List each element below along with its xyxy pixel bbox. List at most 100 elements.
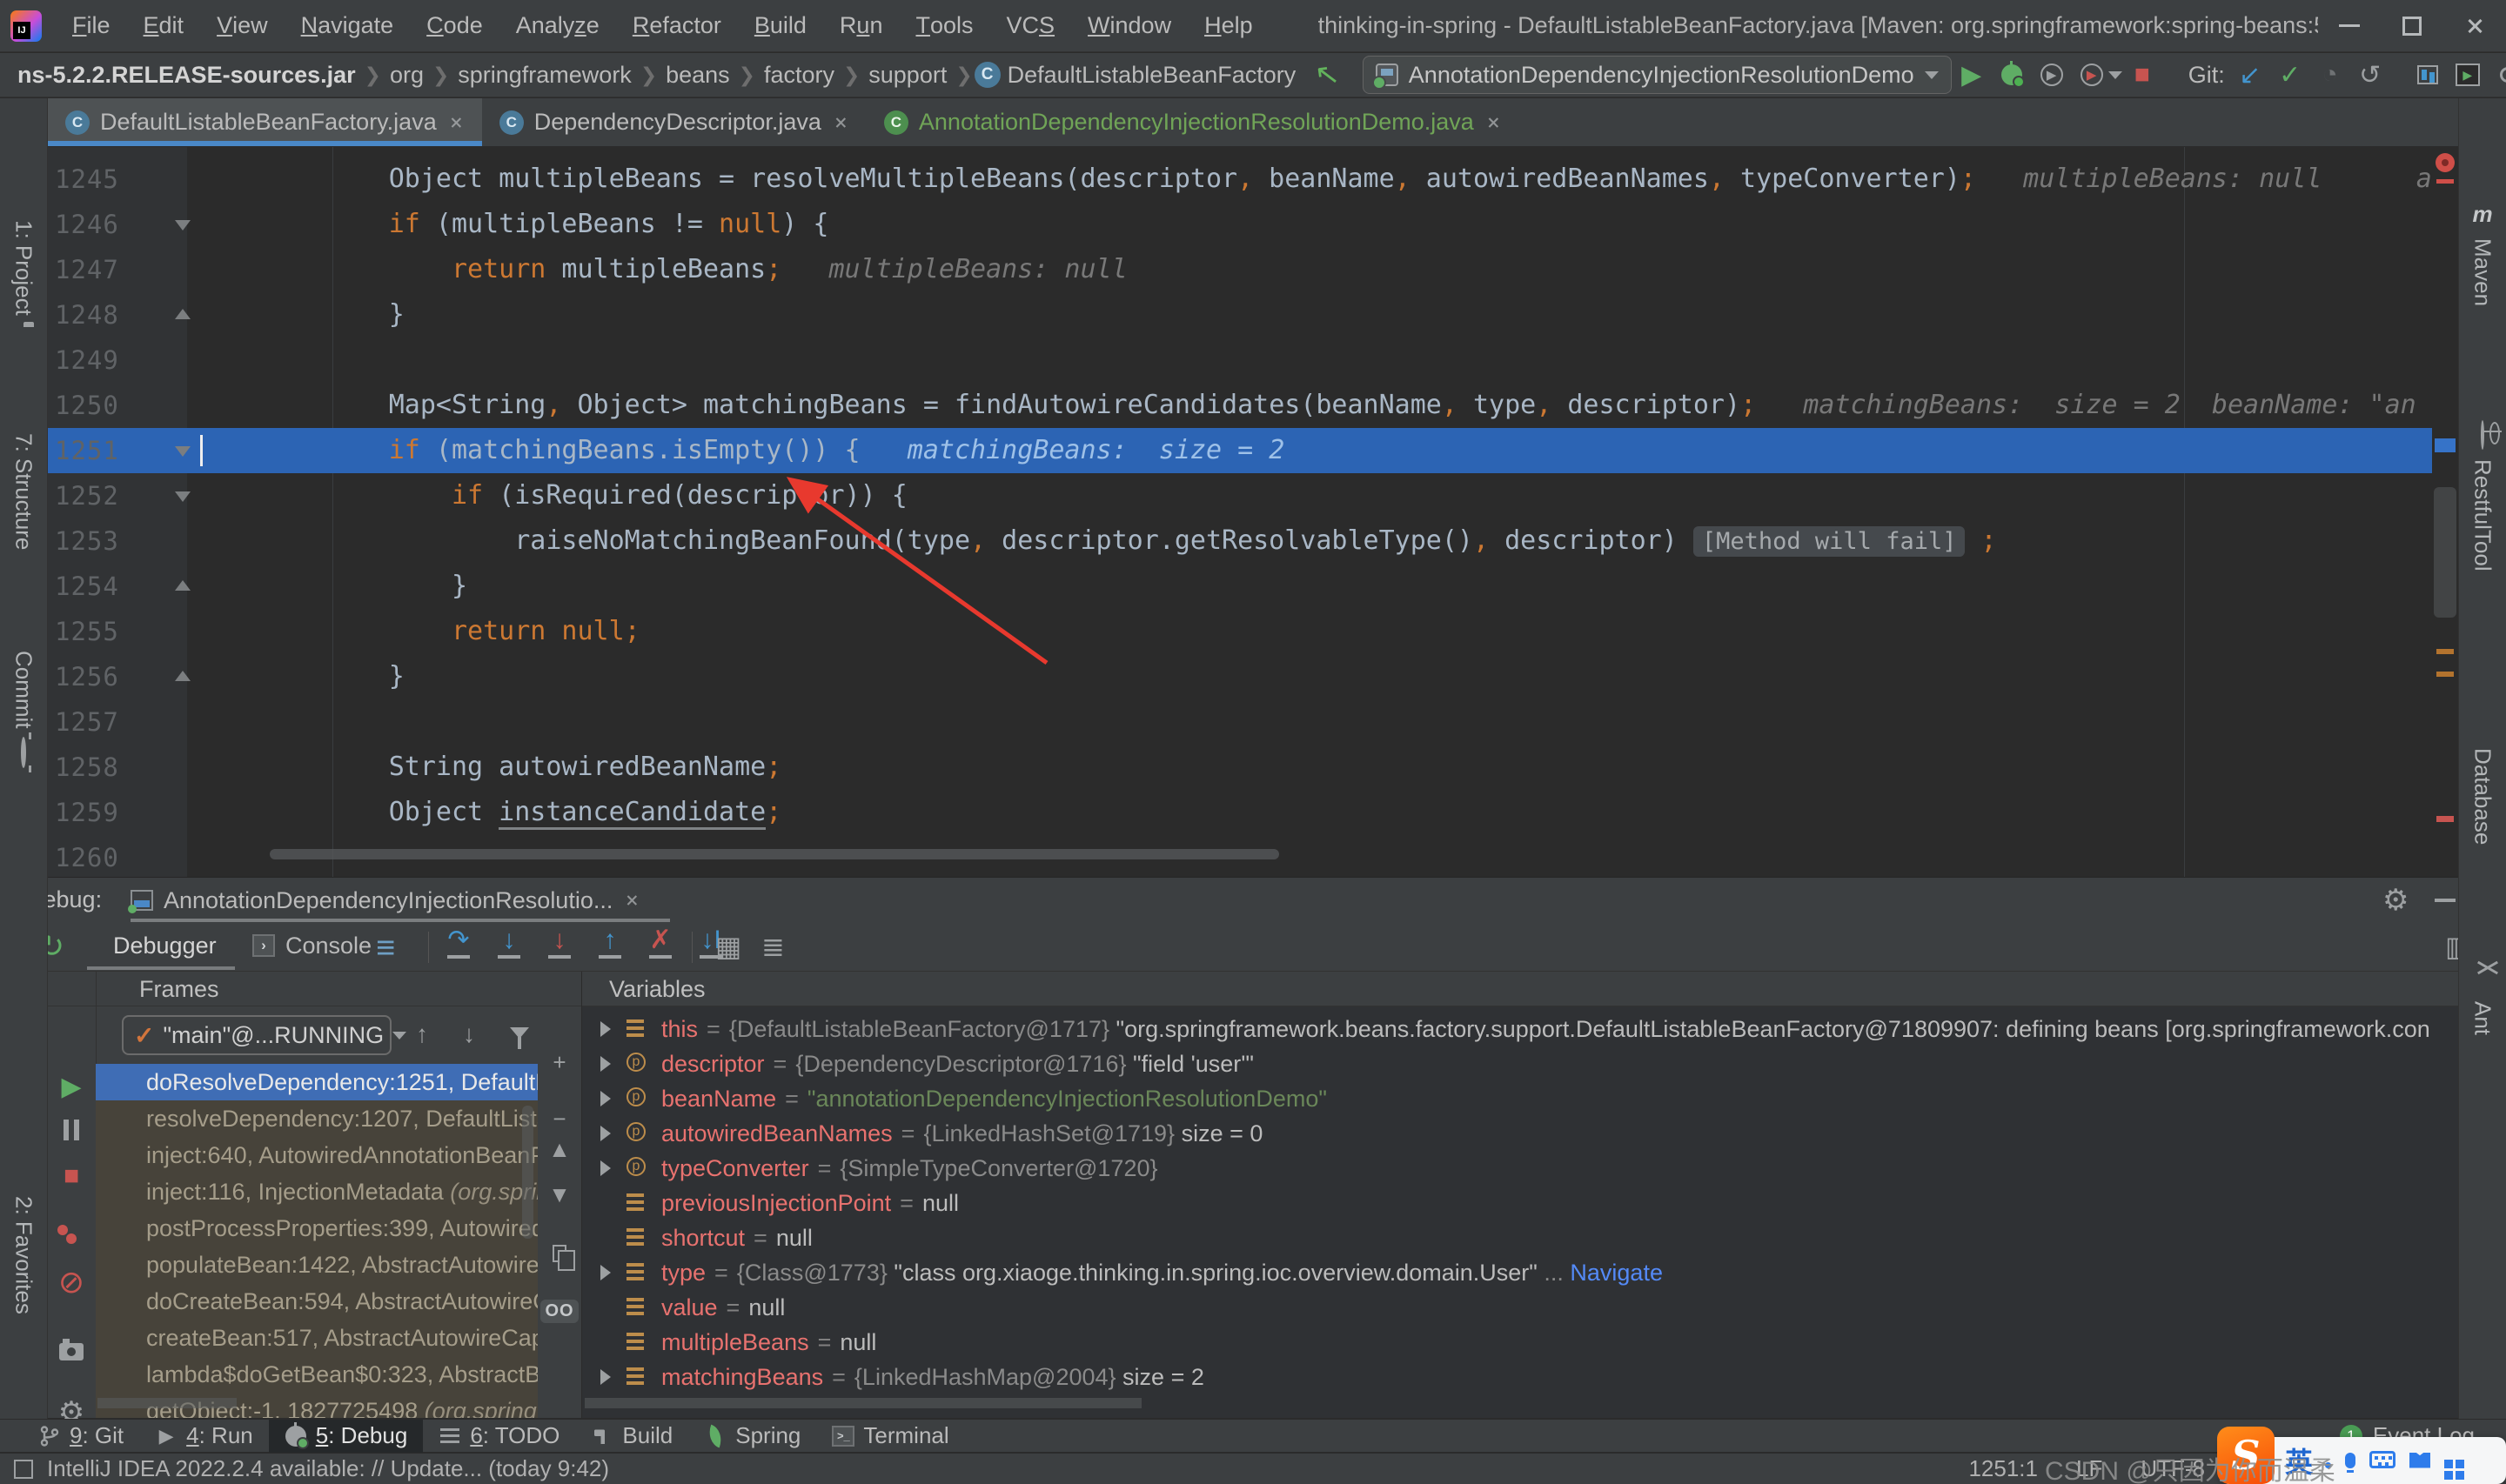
breadcrumb-item-support[interactable]: support xyxy=(861,62,954,89)
menu-tools[interactable]: Tools xyxy=(899,0,989,52)
previous-frame-icon[interactable]: ↑ xyxy=(416,1020,428,1048)
close-button[interactable] xyxy=(2443,0,2506,51)
variable-row-descriptor[interactable]: p descriptor = {DependencyDescriptor@1716} … xyxy=(585,1046,2429,1081)
maximize-button[interactable] xyxy=(2381,0,2443,51)
frame-row-createbean[interactable]: createBean:517, AbstractAutowireCapableB xyxy=(96,1320,538,1356)
toolwindow-spring[interactable]: Spring xyxy=(688,1420,816,1453)
frames-horizontal-scrollbar[interactable] xyxy=(97,1398,237,1408)
breadcrumb-item-ns-5-2-2-release-sources-jar[interactable]: ns-5.2.2.RELEASE-sources.jar xyxy=(10,62,363,89)
breadcrumb-item-beans[interactable]: beans xyxy=(659,62,737,89)
frames-list[interactable]: doResolveDependency:1251, DefaultListabr… xyxy=(96,1064,538,1418)
link-navigate[interactable]: Navigate xyxy=(1570,1260,1663,1286)
menu-analyze[interactable]: Analy z e xyxy=(499,0,616,52)
variable-row-value[interactable]: value = null xyxy=(585,1290,2429,1325)
variable-row-this[interactable]: this = {DefaultListableBeanFactory@1717} "… xyxy=(585,1012,2429,1046)
toolwindow-terminal[interactable]: >_ Terminal xyxy=(816,1420,964,1453)
breadcrumb-class-item[interactable]: DefaultListableBeanFactory xyxy=(1001,62,1303,89)
fold-marker-icon[interactable] xyxy=(175,580,191,591)
debugger-settings-icon[interactable]: ≣ xyxy=(761,930,785,963)
variable-row-beanname[interactable]: p beanName = "annotationDependencyInjection… xyxy=(585,1081,2429,1116)
expand-icon[interactable] xyxy=(600,1265,611,1280)
gear-icon[interactable]: ⚙ xyxy=(2382,883,2409,918)
thread-selector[interactable]: ✓ "main"@...RUNNING xyxy=(122,1015,407,1055)
frame-row-inject[interactable]: inject:640, AutowiredAnnotationBeanPostP xyxy=(96,1137,538,1173)
fold-marker-icon[interactable] xyxy=(175,491,191,502)
breadcrumb-item-springframework[interactable]: springframework xyxy=(451,62,639,89)
ime-language-toggle[interactable]: 英 xyxy=(2285,1441,2313,1481)
force-step-into-icon[interactable]: ↓ xyxy=(540,926,579,959)
tool-window-button-2-favorites[interactable]: 2: Favorites xyxy=(0,1196,47,1314)
hide-panel-icon[interactable] xyxy=(2435,899,2456,902)
variable-row-matchingbeans[interactable]: matchingBeans = {LinkedHashMap@2004} size … xyxy=(585,1360,2429,1394)
debug-button[interactable] xyxy=(1992,55,2032,95)
run-configuration-select[interactable]: AnnotationDependencyInjectionResolutionD… xyxy=(1362,56,1952,94)
terminal-toolbar-button[interactable]: ▶ xyxy=(2448,55,2488,95)
line-separator[interactable]: LF xyxy=(2076,1455,2102,1482)
frames-vertical-scrollbar[interactable] xyxy=(522,1106,533,1239)
git-history-button[interactable]: ◔ xyxy=(2310,55,2350,95)
frame-row-resolvedependency[interactable]: resolveDependency:1207, DefaultListableB xyxy=(96,1100,538,1137)
close-session-icon[interactable] xyxy=(626,894,638,906)
variables-tree[interactable]: this = {DefaultListableBeanFactory@1717} "… xyxy=(585,1012,2429,1412)
file-encoding[interactable]: UTF-8 xyxy=(2141,1455,2205,1482)
frame-row-populatebean[interactable]: populateBean:1422, AbstractAutowireCapa xyxy=(96,1247,538,1283)
scroll-up-icon[interactable]: ▲ xyxy=(539,1132,580,1166)
evaluate-expression-icon[interactable]: ▦ xyxy=(715,930,741,963)
expand-icon[interactable] xyxy=(600,1091,611,1106)
tool-window-button-ant[interactable]: Ant xyxy=(2459,964,2506,1035)
git-commit-button[interactable]: ✓ xyxy=(2270,55,2310,95)
fold-marker-icon[interactable] xyxy=(175,220,191,231)
toolwindow-9-git[interactable]: 9: Git xyxy=(23,1420,139,1453)
menu-edit[interactable]: Edit xyxy=(127,0,201,52)
frame-row-lambda-dogetbean-0[interactable]: lambda$doGetBean$0:323, AbstractBeanFa xyxy=(96,1356,538,1393)
tab-debugger[interactable]: Debugger xyxy=(113,923,217,968)
variable-row-typeconverter[interactable]: p typeConverter = {SimpleTypeConverter@1720… xyxy=(585,1151,2429,1186)
tab-defaultlistablebeanfactory-java[interactable]: C DefaultListableBeanFactory.java xyxy=(48,98,482,146)
ime-keyboard-icon[interactable] xyxy=(2369,1447,2396,1474)
menu-help[interactable]: Help xyxy=(1188,0,1270,52)
caret-position[interactable]: 1251:1 xyxy=(1968,1455,2038,1482)
show-watches-icon[interactable]: OO xyxy=(539,1293,580,1328)
menu-run[interactable]: Run xyxy=(823,0,900,52)
variable-row-type[interactable]: type = {Class@1773} "class org.xiaoge.thin… xyxy=(585,1255,2429,1290)
variable-row-previousinjectionpoint[interactable]: previousInjectionPoint = null xyxy=(585,1186,2429,1220)
frame-row-inject[interactable]: inject:116, InjectionMetadata (org.sprin… xyxy=(96,1173,538,1210)
tab-console[interactable]: › Console xyxy=(252,923,372,968)
menu-view[interactable]: View xyxy=(200,0,285,52)
variable-row-multiplebeans[interactable]: multipleBeans = null xyxy=(585,1325,2429,1360)
run-button[interactable]: ▶ xyxy=(1952,55,1992,95)
expand-icon[interactable] xyxy=(600,1021,611,1037)
close-tab-icon[interactable] xyxy=(450,117,462,129)
fold-marker-icon[interactable] xyxy=(175,446,191,457)
minimize-button[interactable] xyxy=(2318,0,2381,51)
menu-file[interactable]: File xyxy=(56,0,127,52)
diff-button[interactable] xyxy=(2408,55,2448,95)
code-editor[interactable]: 1245 Object multipleBeans = resolveMulti… xyxy=(48,157,2432,877)
toolwindow-build[interactable]: Build xyxy=(575,1420,688,1453)
git-update-button[interactable]: ↙ xyxy=(2230,55,2270,95)
step-over-icon[interactable]: ↷ xyxy=(439,926,478,959)
menu-refactor[interactable]: Refactor xyxy=(616,0,738,52)
tool-window-button-maven[interactable]: m Maven xyxy=(2459,201,2506,306)
tool-window-button-commit[interactable]: Commit xyxy=(0,651,47,768)
coverage-button[interactable]: ▶ xyxy=(2032,55,2072,95)
copy-icon[interactable] xyxy=(539,1236,580,1271)
stop-button[interactable]: ■ xyxy=(2122,55,2162,95)
status-message[interactable]: IntelliJ IDEA 2022.2.4 available: // Upd… xyxy=(47,1455,609,1482)
next-frame-icon[interactable]: ↓ xyxy=(463,1020,475,1048)
toolwindow-5-debug[interactable]: 5: Debug xyxy=(268,1419,424,1453)
expand-icon[interactable] xyxy=(600,1160,611,1176)
expand-icon[interactable] xyxy=(600,1126,611,1141)
scroll-down-icon[interactable]: ▼ xyxy=(539,1177,580,1212)
variables-horizontal-scrollbar[interactable] xyxy=(585,1398,1142,1408)
toolwindow-6-todo[interactable]: 6: TODO xyxy=(423,1420,575,1453)
drop-frame-icon[interactable]: ✗ xyxy=(641,926,680,959)
frame-row-doresolvedependency[interactable]: doResolveDependency:1251, DefaultListab xyxy=(96,1064,538,1100)
filter-frames-icon[interactable] xyxy=(510,1027,529,1049)
close-tab-icon[interactable] xyxy=(834,117,847,129)
step-out-icon[interactable]: ↑ xyxy=(591,926,629,959)
update-icon[interactable] xyxy=(14,1459,33,1479)
fold-marker-icon[interactable] xyxy=(175,309,191,319)
remove-icon[interactable]: − xyxy=(539,1101,580,1136)
ime-dot-icon[interactable] xyxy=(2325,1447,2332,1474)
